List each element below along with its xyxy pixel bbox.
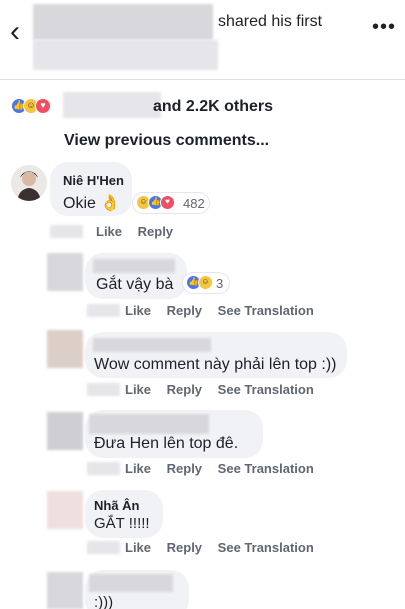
reply-button[interactable]: Reply bbox=[138, 224, 173, 239]
love-icon: ♥ bbox=[160, 195, 175, 210]
like-button[interactable]: Like bbox=[125, 461, 151, 476]
reply-button[interactable]: Reply bbox=[167, 382, 202, 397]
chevron-left-icon[interactable]: ‹ bbox=[10, 17, 32, 48]
blurred-timestamp bbox=[87, 383, 120, 396]
comment-text: Gắt vậy bà bbox=[96, 276, 174, 293]
reply-button[interactable]: Reply bbox=[167, 540, 202, 555]
reaction-icons: ☺ 👍 ♥ bbox=[136, 195, 186, 213]
blurred-timestamp bbox=[87, 462, 120, 475]
blurred-comment-author bbox=[93, 259, 175, 273]
reaction-icons: 👍 ☺ bbox=[186, 275, 216, 293]
blurred-comment-author bbox=[89, 574, 173, 592]
blurred-comment-author bbox=[89, 414, 209, 434]
comment-bubble[interactable]: Gắt vậy bà bbox=[85, 253, 187, 299]
avatar[interactable] bbox=[11, 165, 47, 201]
comment-bubble[interactable]: Wow comment này phải lên top :)) bbox=[85, 332, 347, 378]
haha-icon: ☺ bbox=[198, 275, 213, 290]
avatar[interactable] bbox=[47, 253, 83, 291]
more-dots-icon[interactable]: ••• bbox=[372, 17, 396, 37]
comment-actions: Like Reply See Translation bbox=[125, 540, 326, 555]
comment-bubble[interactable]: :))) bbox=[85, 570, 189, 609]
blurred-comment-author bbox=[93, 338, 211, 352]
comment-author[interactable]: Nhã Ân bbox=[94, 498, 140, 513]
comment-bubble[interactable]: Đưa Hen lên top đê. bbox=[85, 410, 263, 458]
post-title: shared his first bbox=[218, 13, 323, 30]
reaction-count: 482 bbox=[183, 196, 205, 211]
comment-bubble[interactable]: Niê H'Hen Okie 👌 bbox=[50, 162, 132, 216]
comment-text: Okie 👌 bbox=[63, 195, 121, 212]
comment-actions: Like Reply bbox=[96, 224, 185, 239]
avatar-portrait-icon bbox=[11, 165, 47, 201]
like-button[interactable]: Like bbox=[125, 303, 151, 318]
comment-text: Wow comment này phải lên top :)) bbox=[94, 356, 337, 373]
blurred-timestamp bbox=[87, 541, 120, 554]
comment-text: GẮT !!!!! bbox=[94, 515, 150, 532]
comment-text: Đưa Hen lên top đê. bbox=[94, 435, 239, 452]
comment-text: :))) bbox=[94, 594, 114, 609]
post-header: ‹ shared his first ••• bbox=[0, 0, 405, 80]
comment-actions: Like Reply See Translation bbox=[125, 382, 326, 397]
like-button[interactable]: Like bbox=[96, 224, 122, 239]
reactions-summary[interactable]: 👍 ☺ ♥ and 2.2K others bbox=[11, 92, 401, 118]
see-translation-button[interactable]: See Translation bbox=[218, 382, 314, 397]
avatar[interactable] bbox=[47, 572, 83, 609]
see-translation-button[interactable]: See Translation bbox=[218, 303, 314, 318]
reactions-count-text: and 2.2K others bbox=[153, 98, 274, 115]
blurred-reactor-names bbox=[63, 92, 161, 118]
comment-reactions[interactable]: ☺ 👍 ♥ 482 bbox=[133, 193, 209, 213]
reply-button[interactable]: Reply bbox=[167, 303, 202, 318]
blurred-author-name bbox=[33, 4, 213, 40]
reaction-icons: 👍 ☺ ♥ bbox=[11, 98, 63, 114]
comment-bubble[interactable]: Nhã Ân GẮT !!!!! bbox=[85, 490, 163, 538]
see-translation-button[interactable]: See Translation bbox=[218, 540, 314, 555]
comment-actions: Like Reply See Translation bbox=[125, 303, 326, 318]
view-previous-comments-link[interactable]: View previous comments... bbox=[64, 132, 269, 150]
comment-author[interactable]: Niê H'Hen bbox=[63, 173, 124, 188]
blurred-timestamp bbox=[87, 304, 120, 317]
reaction-count: 3 bbox=[216, 276, 224, 291]
comment-reactions[interactable]: 👍 ☺ 3 bbox=[183, 273, 229, 293]
blurred-author-name-line2 bbox=[33, 40, 218, 70]
avatar[interactable] bbox=[47, 330, 83, 368]
avatar[interactable] bbox=[47, 412, 83, 450]
like-button[interactable]: Like bbox=[125, 382, 151, 397]
like-button[interactable]: Like bbox=[125, 540, 151, 555]
love-icon: ♥ bbox=[35, 98, 51, 114]
comment-actions: Like Reply See Translation bbox=[125, 461, 326, 476]
blurred-timestamp bbox=[50, 225, 83, 238]
see-translation-button[interactable]: See Translation bbox=[218, 461, 314, 476]
avatar[interactable] bbox=[47, 491, 83, 529]
reply-button[interactable]: Reply bbox=[167, 461, 202, 476]
